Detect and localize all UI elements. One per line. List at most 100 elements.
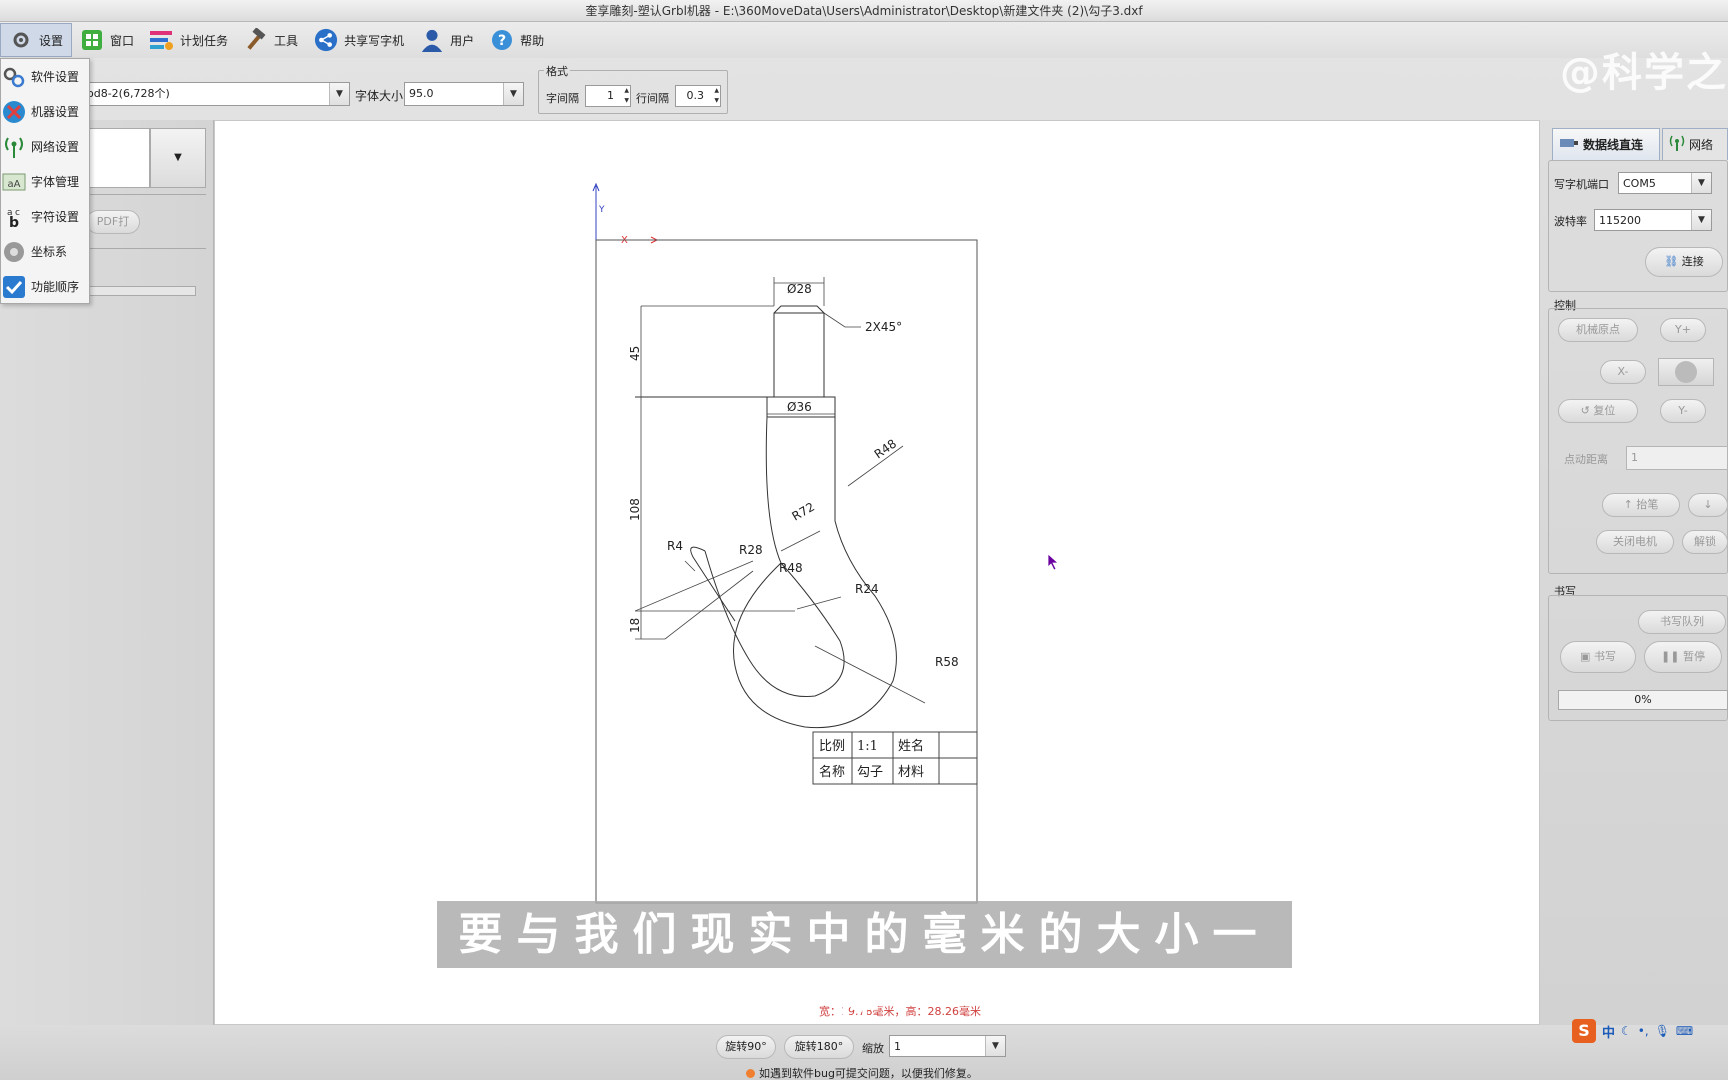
font-combo-value: od8-2(6,728个) (87, 87, 170, 100)
jog-x-minus-button[interactable]: X- (1600, 360, 1646, 384)
menu-help[interactable]: ? 帮助 (482, 23, 552, 57)
chevron-down-icon[interactable]: ▼ (1691, 210, 1711, 230)
zoom-combo[interactable]: 1 ▼ (889, 1035, 1006, 1057)
owner-label: 姓名 (898, 738, 924, 754)
window-title: 奎享雕刻-塑认Grbl机器 - E:\360MoveData\Users\Adm… (0, 0, 1728, 22)
pause-button[interactable]: ❚❚ 暂停 (1644, 641, 1722, 673)
menu-char-settings-label: 字符设置 (31, 210, 80, 224)
bulb-icon (746, 1068, 755, 1078)
dim-r48-outer: R48 (872, 436, 899, 461)
chevron-down-icon[interactable]: ▼ (329, 83, 349, 105)
font-combo[interactable]: od8-2(6,728个) ▼ (82, 82, 350, 106)
microphone-icon[interactable]: 🎙 (1655, 1024, 1670, 1038)
right-panel: 数据线直连 网络 写字机端口 COM5 ▼ 波特率 115200 ▼ ⛓ 连接 … (1540, 120, 1728, 1025)
printer-icon: ▣ (1580, 650, 1591, 663)
svg-text:?: ? (498, 33, 506, 49)
connect-button-label: 连接 (1681, 255, 1704, 268)
menu-user[interactable]: 用户 (412, 23, 482, 57)
dim-h45: 45 (628, 346, 642, 361)
line-spacing-input[interactable]: 0.3 (675, 85, 721, 107)
menu-tools[interactable]: 工具 (236, 23, 306, 57)
dim-r58: R58 (935, 655, 959, 669)
menu-settings[interactable]: 设置 (0, 23, 73, 57)
format-group-label: 格式 (544, 63, 570, 79)
bug-notice-text: 如遇到软件bug可提交问题，以便我们修复。 (759, 1067, 978, 1080)
pen-up-button[interactable]: ↑ 抬笔 (1602, 493, 1680, 517)
tab-network[interactable]: 网络 (1662, 128, 1728, 160)
divider (86, 194, 206, 195)
pause-button-label: 暂停 (1682, 650, 1705, 663)
baud-value: 115200 (1599, 214, 1641, 227)
step-label: 点动距离 (1564, 453, 1608, 466)
dim-h108: 108 (628, 498, 642, 521)
dim-r28: R28 (739, 543, 763, 557)
rotate-180-button[interactable]: 旋转180° (784, 1035, 854, 1059)
menu-share[interactable]: 共享写字机 (306, 23, 412, 57)
menu-software-settings[interactable]: 软件设置 (1, 59, 89, 94)
menu-user-label: 用户 (450, 33, 475, 48)
title-block: 比例 1:1 姓名 名称 勾子 材料 (812, 731, 978, 785)
menu-function-order[interactable]: 功能顺序 (1, 269, 89, 304)
task-icon (150, 28, 174, 52)
char-spacing-input[interactable]: 1 (585, 85, 631, 107)
drawing-canvas[interactable]: Y X Ø28 2X45° Ø36 45 108 18 R48 R72 R4 R… (214, 120, 1540, 1025)
bug-notice: 如遇到软件bug可提交问题，以便我们修复。 (746, 1065, 978, 1080)
step-input[interactable]: 1 (1626, 446, 1728, 470)
menu-network-settings[interactable]: 网络设置 (1, 129, 89, 164)
dim-r72: R72 (790, 500, 817, 524)
axes: Y X (592, 182, 659, 246)
sogou-icon[interactable]: S (1572, 1019, 1596, 1043)
write-button-label: 书写 (1593, 650, 1616, 663)
menu-window[interactable]: 窗口 (72, 23, 142, 57)
keyboard-icon[interactable]: ⌨ (1676, 1024, 1693, 1038)
pen-down-button[interactable]: ↓ (1688, 493, 1728, 517)
menu-coordinate-system[interactable]: 坐标系 (1, 234, 89, 269)
menu-char-settings[interactable]: acb 字符设置 (1, 199, 89, 234)
menu-software-settings-label: 软件设置 (31, 70, 80, 84)
write-button[interactable]: ▣ 书写 (1560, 641, 1636, 673)
baud-combo[interactable]: 115200 ▼ (1594, 209, 1712, 231)
preview-dropdown-button[interactable]: ▼ (150, 128, 206, 188)
font-size-combo[interactable]: 95.0 ▼ (404, 82, 524, 106)
pdf-print-button[interactable]: PDF打 (86, 210, 140, 234)
material-label: 材料 (898, 765, 924, 780)
zoom-value: 1 (894, 1040, 901, 1053)
reset-button[interactable]: ↺ 复位 (1558, 399, 1638, 423)
port-combo[interactable]: COM5 ▼ (1618, 172, 1712, 194)
menu-machine-settings[interactable]: 机器设置 (1, 94, 89, 129)
reset-button-label: 复位 (1593, 404, 1616, 417)
connect-button[interactable]: ⛓ 连接 (1645, 247, 1723, 277)
punctuation-icon[interactable]: •, (1638, 1024, 1649, 1038)
gears-icon (1, 64, 27, 90)
chevron-down-icon[interactable]: ▼ (985, 1036, 1005, 1056)
slider-track[interactable] (86, 286, 196, 296)
rotate-90-button[interactable]: 旋转90° (716, 1035, 776, 1059)
motor-off-button[interactable]: 关闭电机 (1596, 530, 1674, 554)
chevron-down-icon[interactable]: ▼ (503, 83, 523, 105)
chevron-down-icon: ▼ (174, 152, 182, 163)
menu-font-management[interactable]: aA 字体管理 (1, 164, 89, 199)
menu-tasks[interactable]: 计划任务 (142, 23, 236, 57)
antenna-icon (1, 134, 27, 160)
share-icon (314, 28, 338, 52)
chevron-down-icon[interactable]: ▼ (1691, 173, 1711, 193)
usb-icon (1559, 135, 1579, 154)
scale-value: 1:1 (857, 739, 878, 754)
tab-usb-label: 数据线直连 (1583, 138, 1644, 152)
char-spacing-label: 字间隔 (546, 92, 579, 105)
svg-text:aA: aA (8, 179, 21, 190)
jog-y-plus-button[interactable]: Y+ (1660, 318, 1706, 342)
jog-center-button[interactable] (1658, 358, 1714, 386)
tab-usb-connection[interactable]: 数据线直连 (1552, 128, 1660, 160)
moon-icon[interactable]: ☾ (1621, 1024, 1632, 1038)
unlock-button[interactable]: 解锁 (1682, 530, 1728, 554)
arrow-down-icon: ↓ (1703, 498, 1713, 511)
ime-language[interactable]: 中 (1602, 1022, 1615, 1041)
dim-r24: R24 (855, 582, 879, 596)
hammer-icon (244, 28, 268, 52)
circle-icon (1675, 361, 1697, 383)
write-queue-button[interactable]: 书写队列 (1638, 610, 1726, 634)
machine-home-button[interactable]: 机械原点 (1558, 318, 1638, 342)
gear-icon (9, 28, 33, 52)
jog-y-minus-button[interactable]: Y- (1660, 399, 1706, 423)
